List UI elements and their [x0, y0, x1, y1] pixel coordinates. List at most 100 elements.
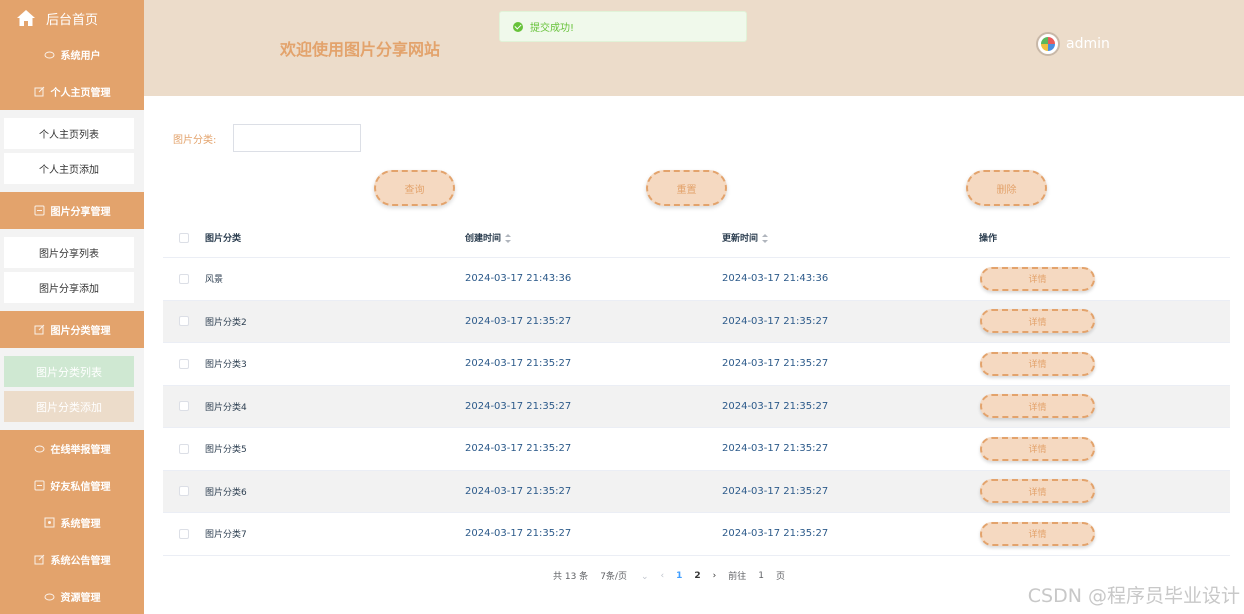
sidebar-group-label: 系统管理 [60, 519, 101, 530]
filter-label: 图片分类: [173, 135, 217, 146]
column-header-label: 更新时间 [722, 234, 759, 244]
page-size-select[interactable]: 7条/页 ⌄ [600, 569, 648, 582]
sidebar-item-category-list[interactable]: 图片分类列表 [4, 356, 134, 387]
detail-button[interactable]: 详情 [980, 309, 1095, 334]
reset-button[interactable]: 重置 [646, 170, 727, 206]
row-checkbox[interactable] [179, 486, 189, 497]
row-checkbox[interactable] [179, 401, 189, 412]
sidebar-group-system[interactable]: 系统管理 [0, 504, 144, 541]
detail-button[interactable]: 详情 [980, 521, 1095, 546]
detail-button[interactable]: 详情 [980, 266, 1095, 291]
row-checkbox[interactable] [179, 316, 189, 327]
cloud-icon [44, 49, 55, 60]
list-icon [34, 205, 45, 216]
detail-button[interactable]: 详情 [980, 436, 1095, 461]
sidebar-group-profile[interactable]: 个人主页管理 [0, 73, 144, 110]
success-check-icon [513, 21, 523, 32]
list-icon [34, 480, 45, 491]
cell-updated: 2024-03-17 21:35:27 [722, 485, 829, 497]
sidebar-group-label: 好友私信管理 [50, 482, 111, 493]
detail-button[interactable]: 详情 [980, 479, 1095, 504]
sidebar-group-message[interactable]: 好友私信管理 [0, 467, 144, 504]
cell-updated: 2024-03-17 21:43:36 [722, 273, 829, 285]
success-toast: 提交成功! [499, 11, 747, 42]
sidebar-group-label: 图片分享管理 [50, 207, 111, 218]
column-header-label: 创建时间 [465, 234, 502, 244]
cell-created: 2024-03-17 21:35:27 [465, 443, 572, 455]
avatar-icon [1036, 32, 1060, 56]
sidebar-group-label: 资源管理 [60, 593, 101, 604]
sidebar-home[interactable]: 后台首页 [0, 0, 144, 36]
sidebar-item-profile-list[interactable]: 个人主页列表 [4, 118, 134, 149]
cloud-icon [44, 591, 55, 602]
sidebar: 后台首页 系统用户 个人主页管理 个人主页列表 个人主页添加 图片分享管理 图片… [0, 0, 144, 614]
prev-page-icon[interactable]: ‹ [661, 571, 665, 581]
detail-button[interactable]: 详情 [980, 351, 1095, 376]
page-size-value: 7条/页 [600, 572, 627, 582]
sidebar-group-share[interactable]: 图片分享管理 [0, 192, 144, 229]
goto-page-input[interactable]: 1 [758, 571, 764, 581]
toast-message: 提交成功! [530, 23, 575, 34]
column-header-created[interactable]: 创建时间 [465, 231, 722, 244]
row-checkbox[interactable] [179, 443, 189, 454]
table-row: 风景 2024-03-17 21:43:36 2024-03-17 21:43:… [163, 258, 1230, 301]
page-2[interactable]: 2 [694, 571, 700, 581]
row-checkbox[interactable] [179, 273, 189, 284]
table-row: 图片分类3 2024-03-17 21:35:27 2024-03-17 21:… [163, 343, 1230, 386]
sidebar-item-profile-add[interactable]: 个人主页添加 [4, 153, 134, 184]
cell-created: 2024-03-17 21:35:27 [465, 358, 572, 370]
sidebar-home-label: 后台首页 [46, 12, 99, 28]
cell-created: 2024-03-17 21:35:27 [465, 528, 572, 540]
category-table: 图片分类 创建时间 更新时间 操作 风景 2024-03-17 21:43:36… [163, 218, 1230, 556]
cell-category: 图片分类5 [205, 445, 247, 456]
sidebar-group-report[interactable]: 在线举报管理 [0, 430, 144, 467]
column-header-category: 图片分类 [205, 234, 242, 244]
table-row: 图片分类2 2024-03-17 21:35:27 2024-03-17 21:… [163, 300, 1230, 343]
sidebar-group-users[interactable]: 系统用户 [0, 36, 144, 73]
cell-updated: 2024-03-17 21:35:27 [722, 315, 829, 327]
pagination: 共 13 条 7条/页 ⌄ ‹ 1 2 › 前往 1 页 [553, 569, 797, 583]
cell-created: 2024-03-17 21:35:27 [465, 400, 572, 412]
row-checkbox[interactable] [179, 358, 189, 369]
category-search-input[interactable] [233, 124, 361, 152]
detail-button[interactable]: 详情 [980, 394, 1095, 419]
table-row: 图片分类6 2024-03-17 21:35:27 2024-03-17 21:… [163, 470, 1230, 513]
cell-category: 图片分类2 [205, 317, 247, 328]
page-1[interactable]: 1 [676, 571, 682, 581]
sidebar-group-label: 个人主页管理 [50, 88, 111, 99]
sidebar-group-notice[interactable]: 系统公告管理 [0, 541, 144, 578]
sidebar-item-share-list[interactable]: 图片分享列表 [4, 237, 134, 268]
delete-button[interactable]: 删除 [966, 170, 1047, 206]
sidebar-group-category[interactable]: 图片分类管理 [0, 311, 144, 348]
cloud-icon [34, 443, 45, 454]
goto-prefix: 前往 [728, 572, 747, 582]
cell-category: 风景 [205, 275, 224, 286]
sort-icon[interactable] [762, 234, 769, 243]
edit-icon [34, 324, 45, 335]
cell-updated: 2024-03-17 21:35:27 [722, 528, 829, 540]
cell-updated: 2024-03-17 21:35:27 [722, 443, 829, 455]
row-checkbox[interactable] [179, 528, 189, 539]
select-all-checkbox[interactable] [179, 232, 189, 243]
column-header-updated[interactable]: 更新时间 [722, 231, 979, 244]
table-row: 图片分类5 2024-03-17 21:35:27 2024-03-17 21:… [163, 428, 1230, 471]
cell-updated: 2024-03-17 21:35:27 [722, 358, 829, 370]
sort-icon[interactable] [505, 234, 512, 243]
column-header-action: 操作 [979, 234, 998, 244]
user-menu[interactable]: admin [1036, 32, 1110, 56]
cell-created: 2024-03-17 21:35:27 [465, 485, 572, 497]
edit-icon [34, 554, 45, 565]
sidebar-group-resource[interactable]: 资源管理 [0, 578, 144, 614]
settings-icon [44, 517, 55, 528]
search-button[interactable]: 查询 [374, 170, 455, 206]
cell-category: 图片分类7 [205, 530, 247, 541]
sidebar-group-label: 图片分类管理 [50, 326, 111, 337]
site-title: 欢迎使用图片分享网站 [280, 40, 441, 59]
table-header: 图片分类 创建时间 更新时间 操作 [163, 218, 1230, 258]
home-icon [17, 10, 35, 26]
table-row: 图片分类4 2024-03-17 21:35:27 2024-03-17 21:… [163, 385, 1230, 428]
sidebar-item-share-add[interactable]: 图片分享添加 [4, 272, 134, 303]
next-page-icon[interactable]: › [713, 571, 717, 581]
sidebar-item-category-add[interactable]: 图片分类添加 [4, 391, 134, 422]
goto-suffix: 页 [776, 572, 786, 582]
